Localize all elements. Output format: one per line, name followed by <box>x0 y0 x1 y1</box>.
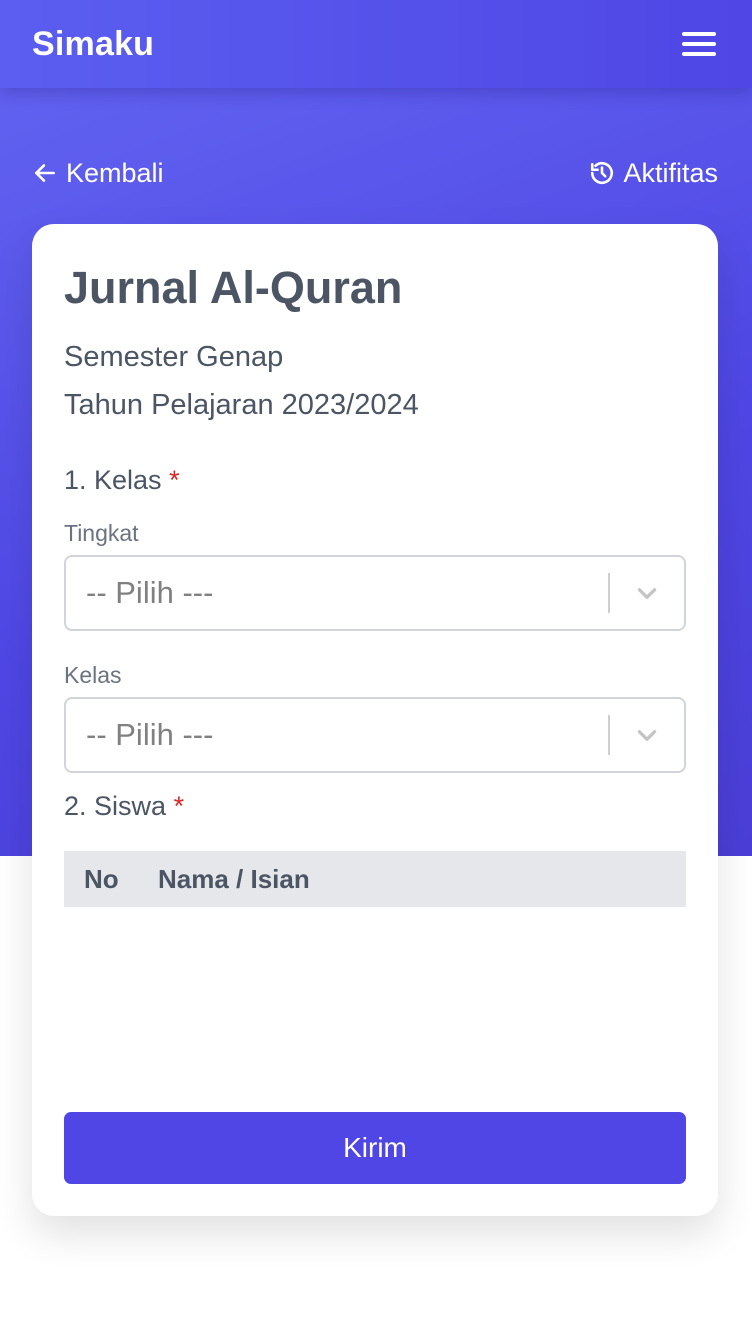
chevron-down-icon[interactable] <box>610 722 684 748</box>
top-navigation: Kembali Aktifitas <box>32 150 718 196</box>
semester-text: Semester Genap <box>64 341 284 373</box>
column-header-name: Nama / Isian <box>158 863 310 894</box>
journal-form-card: Jurnal Al-Quran Semester Genap Tahun Pel… <box>32 224 718 1216</box>
tingkat-select-indicators <box>608 557 684 629</box>
arrow-left-icon <box>35 164 55 182</box>
activity-link[interactable]: Aktifitas <box>589 158 718 189</box>
section-siswa-label: 2. Siswa * <box>64 781 686 831</box>
navbar: Simaku <box>0 0 752 88</box>
back-label: Kembali <box>66 157 164 188</box>
hamburger-icon[interactable] <box>682 30 716 58</box>
tingkat-select[interactable]: -- Pilih --- <box>64 555 686 631</box>
column-header-no: No <box>84 863 119 894</box>
section-kelas-label: 1. Kelas * <box>64 455 686 505</box>
history-icon <box>591 161 614 185</box>
semester-info: Semester Genap Tahun Pelajaran 2023/2024 <box>64 333 686 429</box>
submit-button[interactable]: Kirim <box>64 1112 686 1184</box>
tingkat-label: Tingkat <box>64 520 139 546</box>
kelas-select-indicators <box>608 699 684 771</box>
app-title[interactable]: Simaku <box>32 25 154 64</box>
kelas-select-value: -- Pilih --- <box>86 717 214 752</box>
section-kelas-text: 1. Kelas <box>64 465 162 495</box>
student-table-header: No Nama / Isian <box>64 851 686 907</box>
tingkat-select-value: -- Pilih --- <box>86 575 214 610</box>
academic-year-text: Tahun Pelajaran 2023/2024 <box>64 389 419 421</box>
back-link[interactable]: Kembali <box>32 158 164 189</box>
page: Simaku Kembali Aktifitas Jurnal Al-Quran… <box>0 0 752 1334</box>
kelas-label: Kelas <box>64 662 122 688</box>
section-siswa-text: 2. Siswa <box>64 791 167 821</box>
required-marker: * <box>173 791 185 821</box>
chevron-down-icon[interactable] <box>610 580 684 606</box>
page-title: Jurnal Al-Quran <box>64 262 403 313</box>
kelas-select[interactable]: -- Pilih --- <box>64 697 686 773</box>
required-marker: * <box>169 465 180 495</box>
activity-label: Aktifitas <box>623 157 718 188</box>
